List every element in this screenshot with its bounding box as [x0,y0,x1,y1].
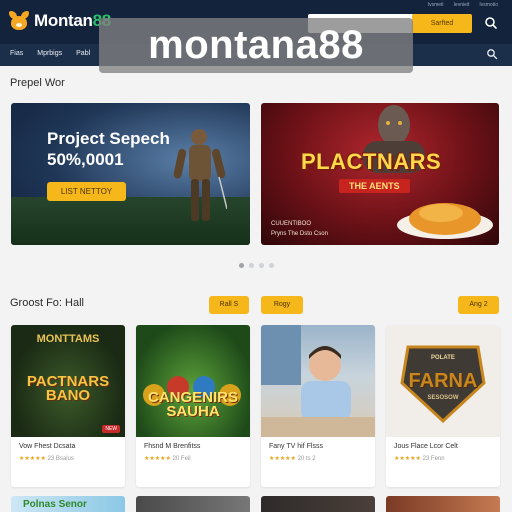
game-art-top: MONTTAMS [36,333,100,345]
game-art-top: POLATE [431,355,455,361]
nav-item[interactable]: Fias [10,50,23,57]
carousel-dot[interactable] [259,263,264,268]
new-badge: NEW [102,425,120,433]
star-icons: ★★★★★ [19,456,46,462]
game-card[interactable]: Fany TV hif Flsss ★★★★★ 20 ts 2 [261,325,375,487]
carousel-dots [239,263,274,268]
game-card[interactable]: CANGENIRS SAUHA Fhsnd M Brenfitss ★★★★★ … [136,325,250,487]
game-name: Fhsnd M Brenfitss [144,443,201,450]
game-thumbnail: POLATE FARNA SESOSOW [386,325,500,437]
game-art-title: PACTNARS BANO [26,373,110,404]
nav-item[interactable]: Pabl [76,50,90,57]
game-rating: ★★★★★ 23 Bsalus [19,456,74,462]
nav-search-icon[interactable] [486,48,498,60]
banner-caption: Pryns The Dsto Cson [271,231,328,237]
game-name: Jous Flace Lcor Celt [394,443,458,450]
carousel-dot[interactable] [249,263,254,268]
promo-banner[interactable]: PLACTNARS THE AENTS CUUENTIBOO Pryns The… [261,103,499,245]
top-links: Ivsmeti Ievnieit Ivsmotio [428,2,498,8]
star-icons: ★★★★★ [144,456,171,462]
top-link[interactable]: Ivsmotio [479,2,498,8]
game-art-title: CANGENIRS SAUHA [147,389,238,420]
game-card-peek[interactable]: Polnas Senor [11,496,125,512]
nav-item[interactable]: Mprbigs [37,50,62,57]
banner-title: PLACTNARS [301,149,442,174]
promo-banner[interactable]: Project Sepech 50%,0001 LIST NETTOY [11,103,250,245]
game-card-peek[interactable] [386,496,500,512]
game-thumbnail: MONTTAMS PACTNARS BANO NEW [11,325,125,437]
carousel-dot[interactable] [239,263,244,268]
featured-title: Prepel Wor [10,77,65,89]
carousel-dot[interactable] [269,263,274,268]
peek-label: Polnas Senor [23,499,87,510]
game-rating: ★★★★★ 23 Fenn [394,456,445,462]
site-logo[interactable]: Montan88 [8,11,111,31]
warrior-character-image [173,129,227,221]
search-icon[interactable] [483,15,499,31]
game-art-bottom: SESOSOW [427,395,459,401]
game-card-peek[interactable] [261,496,375,512]
game-art-title: FARNA [408,370,478,392]
watermark: montana88 [99,18,413,73]
filter-button[interactable]: Rall S [209,296,249,314]
banner-caption: CUUENTIBOO [271,221,312,227]
game-thumbnail [261,325,375,437]
child-photo-image [261,325,375,437]
pasta-bowl-image [397,203,493,239]
game-card-peek[interactable] [136,496,250,512]
game-name: Fany TV hif Flsss [269,443,323,450]
banner-cta-button[interactable]: LIST NETTOY [47,182,126,201]
top-link[interactable]: Ievnieit [454,2,470,8]
filter-button[interactable]: Rogy [261,296,303,314]
banner-tag: THE AENTS [339,179,410,193]
search-button[interactable]: Sarfted [412,14,472,33]
game-rating: ★★★★★ 20 Feil [144,456,191,462]
top-link[interactable]: Ivsmeti [428,2,444,8]
fox-logo-icon [8,11,30,31]
game-card[interactable]: POLATE FARNA SESOSOW Jous Flace Lcor Cel… [386,325,500,487]
filter-button[interactable]: Ang 2 [458,296,499,314]
games-title: Groost Fo: Hall [10,297,84,309]
game-name: Vow Fhest Dcsata [19,443,76,450]
star-icons: ★★★★★ [394,456,421,462]
game-card[interactable]: MONTTAMS PACTNARS BANO NEW Vow Fhest Dcs… [11,325,125,487]
star-icons: ★★★★★ [269,456,296,462]
game-rating: ★★★★★ 20 ts 2 [269,456,316,462]
game-thumbnail: CANGENIRS SAUHA [136,325,250,437]
